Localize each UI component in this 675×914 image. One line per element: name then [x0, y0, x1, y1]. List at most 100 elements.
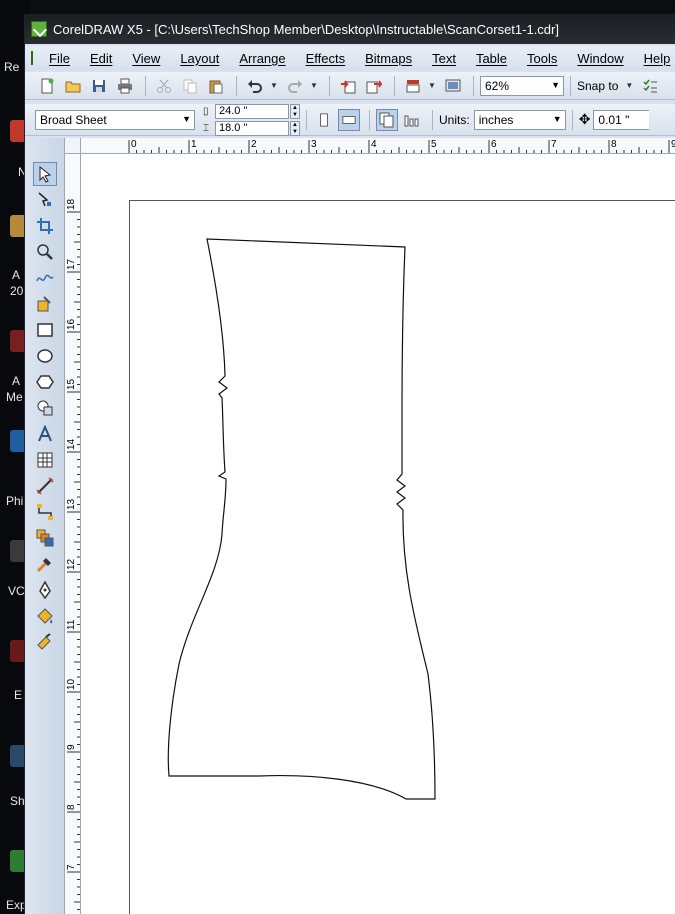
menu-file[interactable]: File	[49, 51, 70, 66]
crop-tool-button[interactable]	[33, 214, 57, 238]
redo-button[interactable]	[283, 75, 307, 97]
freehand-tool-button[interactable]	[33, 266, 57, 290]
page-height-value[interactable]: 18.0 "	[215, 120, 289, 136]
menu-edit[interactable]: Edit	[90, 51, 112, 66]
fill-tool-button[interactable]	[33, 604, 57, 628]
eyedropper-tool-button[interactable]	[33, 552, 57, 576]
menu-help[interactable]: Help	[644, 51, 671, 66]
ruler-label: 2	[251, 139, 257, 150]
blend-tool-button[interactable]	[33, 526, 57, 550]
all-pages-button[interactable]	[376, 108, 398, 131]
vertical-ruler[interactable]: 18 17 16 15 14 13 12 11 10 9 8 7	[65, 154, 81, 914]
page-width-field[interactable]: ▯ 24.0 " ▲ ▼	[203, 103, 300, 119]
open-button[interactable]	[61, 75, 85, 97]
menu-window[interactable]: Window	[577, 51, 623, 66]
ruler-origin-corner[interactable]	[65, 138, 81, 154]
outline-tool-button[interactable]	[33, 578, 57, 602]
toolbar-separator	[571, 109, 573, 130]
interactive-fill-tool-button[interactable]	[33, 630, 57, 654]
basic-shapes-icon	[37, 400, 53, 416]
launcher-dropdown-icon[interactable]: ▼	[427, 81, 437, 90]
clipboard-icon	[209, 80, 223, 93]
ruler-label: 16	[66, 318, 77, 330]
save-button[interactable]	[87, 75, 111, 97]
ruler-label: 0	[131, 139, 137, 150]
launcher-icon	[406, 79, 420, 92]
connector-tool-button[interactable]	[33, 500, 57, 524]
ellipse-tool-button[interactable]	[33, 344, 57, 368]
ruler-label: 9	[66, 744, 77, 750]
interactive-fill-icon	[37, 633, 51, 650]
property-bar: Broad Sheet ▼ ▯ 24.0 " ▲▼ ⌶ 18.0 " ▲▼	[25, 103, 675, 136]
undo-dropdown-icon[interactable]: ▼	[269, 81, 279, 90]
current-page-button[interactable]	[401, 109, 423, 131]
coreldraw-app-icon[interactable]	[31, 21, 47, 37]
export-button[interactable]	[362, 75, 386, 97]
table-grid-icon	[37, 452, 53, 468]
options-button[interactable]	[638, 75, 662, 97]
title-bar[interactable]: CorelDRAW X5 - [C:\Users\TechShop Member…	[25, 14, 675, 44]
zoom-dropdown-icon[interactable]: ▼	[551, 80, 560, 90]
menu-text[interactable]: Text	[432, 51, 456, 66]
units-label: Units:	[439, 112, 470, 127]
toolbar-separator	[306, 109, 307, 130]
page-size-select[interactable]: Broad Sheet ▼	[35, 109, 195, 130]
desktop-label: A	[12, 374, 21, 388]
welcome-screen-button[interactable]	[441, 75, 465, 97]
page-width-icon: ▯	[203, 105, 209, 117]
drawing-canvas[interactable]	[81, 154, 675, 914]
corset-pattern-shape[interactable]	[167, 238, 436, 800]
pick-tool-button[interactable]	[33, 162, 57, 186]
ruler-label: 14	[66, 438, 77, 450]
new-document-button[interactable]	[35, 75, 59, 97]
application-launcher-button[interactable]	[401, 75, 425, 97]
polygon-icon	[36, 375, 54, 389]
menu-table[interactable]: Table	[476, 51, 507, 66]
desktop-label: VC	[8, 584, 25, 598]
table-tool-button[interactable]	[33, 448, 57, 472]
page-width-spinner[interactable]: ▲ ▼	[290, 103, 300, 119]
portrait-button[interactable]	[313, 109, 335, 131]
text-tool-button[interactable]	[33, 422, 57, 446]
dimension-tool-button[interactable]	[33, 474, 57, 498]
print-button[interactable]	[113, 75, 137, 97]
polygon-tool-button[interactable]	[33, 370, 57, 394]
page-width-value[interactable]: 24.0 "	[215, 103, 289, 119]
horizontal-ruler[interactable]: 0 1 2 3 4 5 6 7 8 9	[81, 138, 675, 154]
menu-bitmaps[interactable]: Bitmaps	[365, 51, 412, 66]
document-icon[interactable]	[31, 51, 33, 65]
menu-tools[interactable]: Tools	[527, 51, 557, 66]
welcome-screen-icon	[445, 79, 461, 91]
page-height-spinner[interactable]: ▲ ▼	[290, 120, 300, 136]
smart-fill-icon	[37, 296, 51, 312]
units-dropdown-icon[interactable]: ▼	[553, 114, 562, 124]
nudge-distance-value[interactable]: 0.01 "	[598, 113, 629, 127]
desktop-label: E	[14, 688, 23, 702]
copy-button[interactable]	[178, 75, 202, 97]
undo-icon	[248, 79, 262, 93]
snap-dropdown-icon[interactable]: ▼	[624, 81, 634, 90]
ruler-label: 13	[66, 498, 77, 510]
page-size-dropdown-icon[interactable]: ▼	[182, 114, 191, 124]
paste-button[interactable]	[204, 75, 228, 97]
import-button[interactable]	[336, 75, 360, 97]
undo-button[interactable]	[243, 75, 267, 97]
menu-effects[interactable]: Effects	[306, 51, 346, 66]
menu-view[interactable]: View	[132, 51, 160, 66]
shape-tool-button[interactable]	[33, 188, 57, 212]
page-height-field[interactable]: ⌶ 18.0 " ▲ ▼	[203, 120, 300, 136]
cut-button[interactable]	[152, 75, 176, 97]
snap-to-button[interactable]: Snap to	[577, 79, 618, 93]
zoom-tool-button[interactable]	[33, 240, 57, 264]
landscape-button[interactable]	[338, 108, 360, 131]
rectangle-tool-button[interactable]	[33, 318, 57, 342]
zoom-level-combo[interactable]: 62% ▼	[480, 75, 564, 96]
redo-icon	[288, 79, 302, 93]
units-select[interactable]: inches ▼	[473, 109, 566, 130]
redo-dropdown-icon[interactable]: ▼	[309, 81, 319, 90]
basic-shapes-tool-button[interactable]	[33, 396, 57, 420]
menu-arrange[interactable]: Arrange	[239, 51, 285, 66]
nudge-distance-field[interactable]: 0.01 "	[593, 109, 650, 130]
menu-layout[interactable]: Layout	[180, 51, 219, 66]
smart-fill-tool-button[interactable]	[33, 292, 57, 316]
